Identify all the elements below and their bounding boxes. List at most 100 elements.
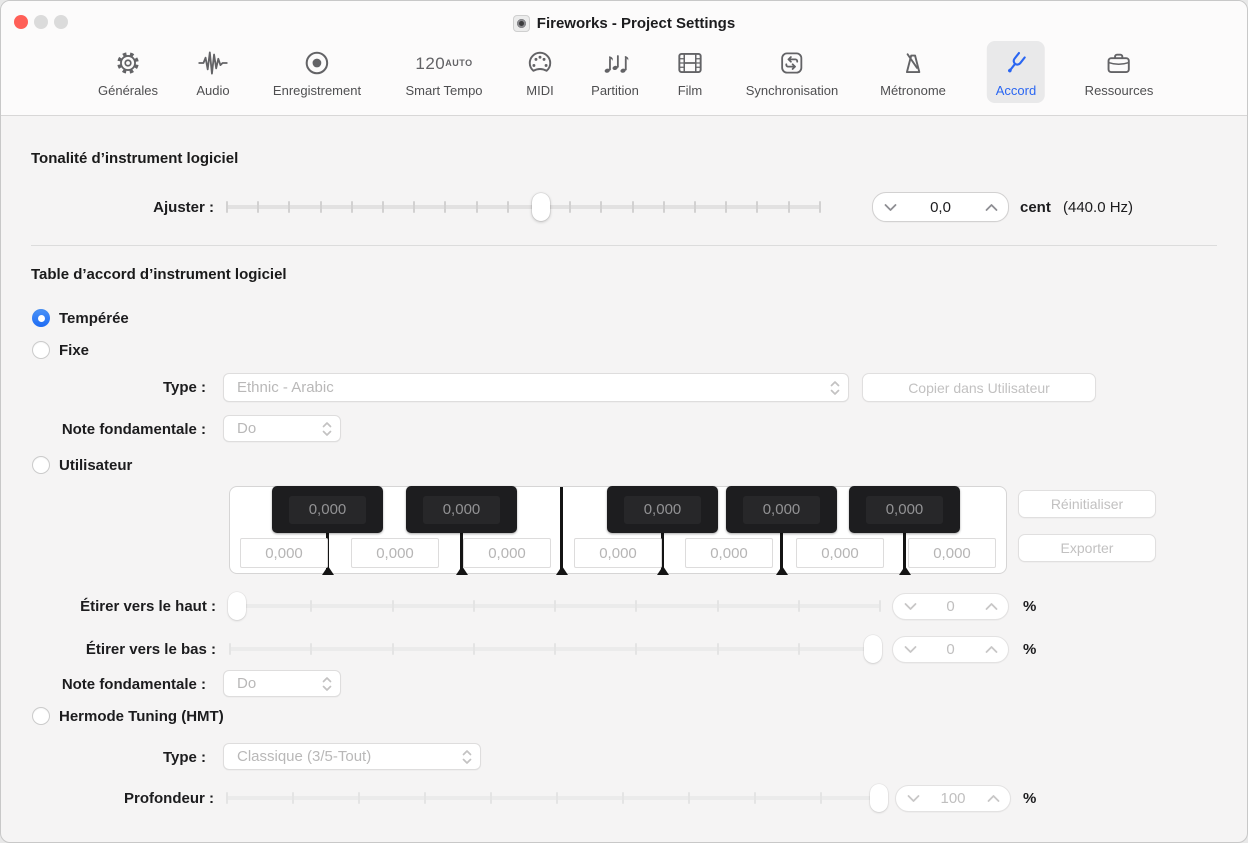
- reinitialiser-button[interactable]: Réinitialiser: [1018, 490, 1156, 518]
- type-label: Type :: [1, 379, 206, 396]
- etirer-bas-value[interactable]: 0: [927, 641, 974, 658]
- black-key: 0,000: [849, 486, 960, 533]
- updown-chevrons-icon: [822, 380, 848, 396]
- stepper-decrement-chevron-icon[interactable]: [896, 786, 930, 811]
- note-fondamentale-label: Note fondamentale :: [1, 421, 206, 438]
- black-key-tuning-field[interactable]: 0,000: [743, 496, 820, 524]
- tab-smart-tempo[interactable]: 120 AUTO Smart Tempo: [396, 41, 491, 103]
- film-strip-icon: [674, 45, 706, 81]
- briefcase-icon: [1103, 45, 1135, 81]
- exporter-button[interactable]: Exporter: [1018, 534, 1156, 562]
- tab-film[interactable]: Film: [665, 41, 715, 103]
- gear-icon: [112, 45, 144, 81]
- ajuster-slider-knob[interactable]: [532, 193, 550, 221]
- etirer-haut-stepper[interactable]: 0: [892, 593, 1009, 620]
- black-key-tuning-field[interactable]: 0,000: [624, 496, 701, 524]
- stepper-decrement-chevron-icon[interactable]: [873, 193, 907, 221]
- tab-enregistrement[interactable]: Enregistrement: [264, 41, 370, 103]
- ajuster-value[interactable]: 0,0: [907, 199, 974, 216]
- black-key: 0,000: [726, 486, 837, 533]
- tab-generales[interactable]: Générales: [89, 41, 167, 103]
- radio-selected-icon[interactable]: [32, 309, 50, 327]
- white-key-tuning-field[interactable]: 0,000: [463, 538, 551, 568]
- percent-sign: %: [1023, 598, 1036, 615]
- black-key-tuning-field[interactable]: 0,000: [866, 496, 943, 524]
- type-dropdown[interactable]: Ethnic - Arabic: [223, 373, 849, 402]
- sync-arrows-icon: [776, 45, 808, 81]
- ajuster-slider[interactable]: [226, 193, 821, 221]
- document-icon: [513, 15, 530, 32]
- white-key-tuning-field[interactable]: 0,000: [351, 538, 439, 568]
- white-key-tuning-field[interactable]: 0,000: [240, 538, 328, 568]
- etirer-haut-slider[interactable]: [229, 592, 881, 620]
- radio-temperee[interactable]: Tempérée: [32, 309, 129, 327]
- hmt-type-dropdown[interactable]: Classique (3/5-Tout): [223, 743, 481, 770]
- profondeur-slider-knob[interactable]: [870, 784, 888, 812]
- etirer-bas-slider-knob[interactable]: [864, 635, 882, 663]
- black-key-tuning-field[interactable]: 0,000: [289, 496, 366, 524]
- etirer-bas-stepper[interactable]: 0: [892, 636, 1009, 663]
- ajuster-unit: cent: [1020, 199, 1051, 216]
- tab-label: Accord: [996, 83, 1036, 98]
- section-divider: [31, 245, 1217, 246]
- note-fondamentale-dropdown[interactable]: Do: [223, 415, 341, 442]
- key-divider: [560, 487, 563, 575]
- note-fondamentale-2-dropdown[interactable]: Do: [223, 670, 341, 697]
- stepper-decrement-chevron-icon[interactable]: [893, 637, 927, 662]
- white-key-tuning-field[interactable]: 0,000: [908, 538, 996, 568]
- profondeur-stepper[interactable]: 100: [895, 785, 1011, 812]
- tab-label: Métronome: [880, 83, 946, 98]
- profondeur-slider[interactable]: [226, 784, 888, 812]
- white-key-tuning-field[interactable]: 0,000: [685, 538, 773, 568]
- copier-dans-utilisateur-button[interactable]: Copier dans Utilisateur: [862, 373, 1096, 402]
- titlebar: Fireworks - Project Settings: [1, 11, 1247, 35]
- profondeur-value[interactable]: 100: [930, 790, 976, 807]
- stepper-increment-chevron-icon[interactable]: [974, 637, 1008, 662]
- window-title: Fireworks - Project Settings: [537, 15, 735, 32]
- stepper-increment-chevron-icon[interactable]: [976, 786, 1010, 811]
- black-key: 0,000: [607, 486, 718, 533]
- black-key-tuning-field[interactable]: 0,000: [423, 496, 500, 524]
- window-chrome: Fireworks - Project Settings Générales: [1, 1, 1247, 116]
- tab-partition[interactable]: Partition: [582, 41, 648, 103]
- etirer-haut-slider-knob[interactable]: [228, 592, 246, 620]
- tab-label: Film: [678, 83, 703, 98]
- stepper-decrement-chevron-icon[interactable]: [893, 594, 927, 619]
- tab-label: Audio: [196, 83, 229, 98]
- tab-label: Smart Tempo: [405, 83, 482, 98]
- radio-fixe[interactable]: Fixe: [32, 341, 89, 359]
- tab-accord[interactable]: Accord: [987, 41, 1045, 103]
- radio-utilisateur[interactable]: Utilisateur: [32, 456, 132, 474]
- tab-label: Synchronisation: [746, 83, 839, 98]
- note-fondamentale-2-label: Note fondamentale :: [1, 676, 206, 693]
- tab-audio[interactable]: Audio: [187, 41, 239, 103]
- white-key-tuning-field[interactable]: 0,000: [796, 538, 884, 568]
- etirer-bas-slider[interactable]: [229, 635, 881, 663]
- tab-metronome[interactable]: Métronome: [871, 41, 955, 103]
- etirer-haut-value[interactable]: 0: [927, 598, 974, 615]
- radio-hermode-tuning[interactable]: Hermode Tuning (HMT): [32, 707, 224, 725]
- section-heading-tonalite: Tonalité d’instrument logiciel: [31, 150, 238, 167]
- updown-chevrons-icon: [454, 749, 480, 765]
- radio-unselected-icon[interactable]: [32, 707, 50, 725]
- section-heading-table-accord: Table d’accord d’instrument logiciel: [31, 266, 287, 283]
- stepper-increment-chevron-icon[interactable]: [974, 193, 1008, 221]
- tab-synchronisation[interactable]: Synchronisation: [737, 41, 848, 103]
- etirer-haut-label: Étirer vers le haut :: [1, 598, 216, 615]
- radio-unselected-icon[interactable]: [32, 341, 50, 359]
- radio-unselected-icon[interactable]: [32, 456, 50, 474]
- key-divider: [780, 533, 783, 575]
- black-key: 0,000: [272, 486, 383, 533]
- record-icon: [301, 45, 333, 81]
- ajuster-stepper[interactable]: 0,0: [872, 192, 1009, 222]
- metronome-icon: [897, 45, 929, 81]
- hmt-type-value: Classique (3/5-Tout): [224, 748, 454, 765]
- tab-ressources[interactable]: Ressources: [1076, 41, 1163, 103]
- white-key-tuning-field[interactable]: 0,000: [574, 538, 662, 568]
- tab-midi[interactable]: MIDI: [515, 41, 565, 103]
- midi-connector-icon: [524, 45, 556, 81]
- stepper-increment-chevron-icon[interactable]: [974, 594, 1008, 619]
- ajuster-label: Ajuster :: [1, 199, 214, 216]
- music-notes-icon: [599, 45, 631, 81]
- project-settings-window: Fireworks - Project Settings Générales: [0, 0, 1248, 843]
